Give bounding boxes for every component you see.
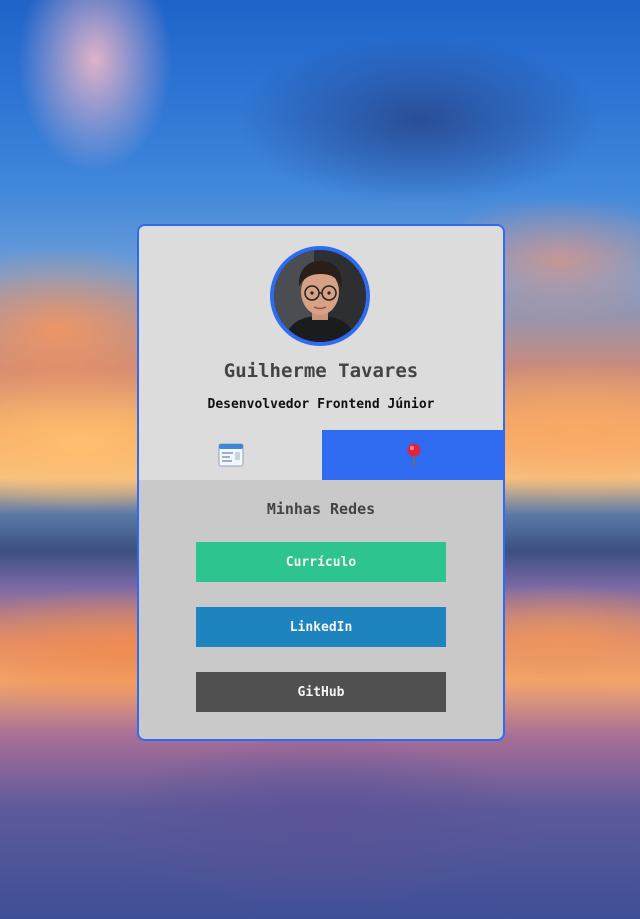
networks-title: Minhas Redes [266,500,376,518]
linkedin-button[interactable]: LinkedIn [196,607,446,647]
browser-window-icon [218,443,243,467]
tab-location[interactable] [322,430,503,480]
avatar [270,246,370,346]
curriculum-button[interactable]: Currículo [196,542,446,582]
tab-browser[interactable] [139,430,322,480]
github-button[interactable]: GitHub [196,672,446,712]
profile-tabs [139,430,503,480]
map-pin-icon [407,443,420,466]
avatar-photo [274,250,366,342]
profile-name: Guilherme Tavares [223,360,419,382]
profile-card: Guilherme Tavares Desenvolvedor Frontend… [137,224,505,741]
profile-role: Desenvolvedor Frontend Júnior [207,397,435,412]
